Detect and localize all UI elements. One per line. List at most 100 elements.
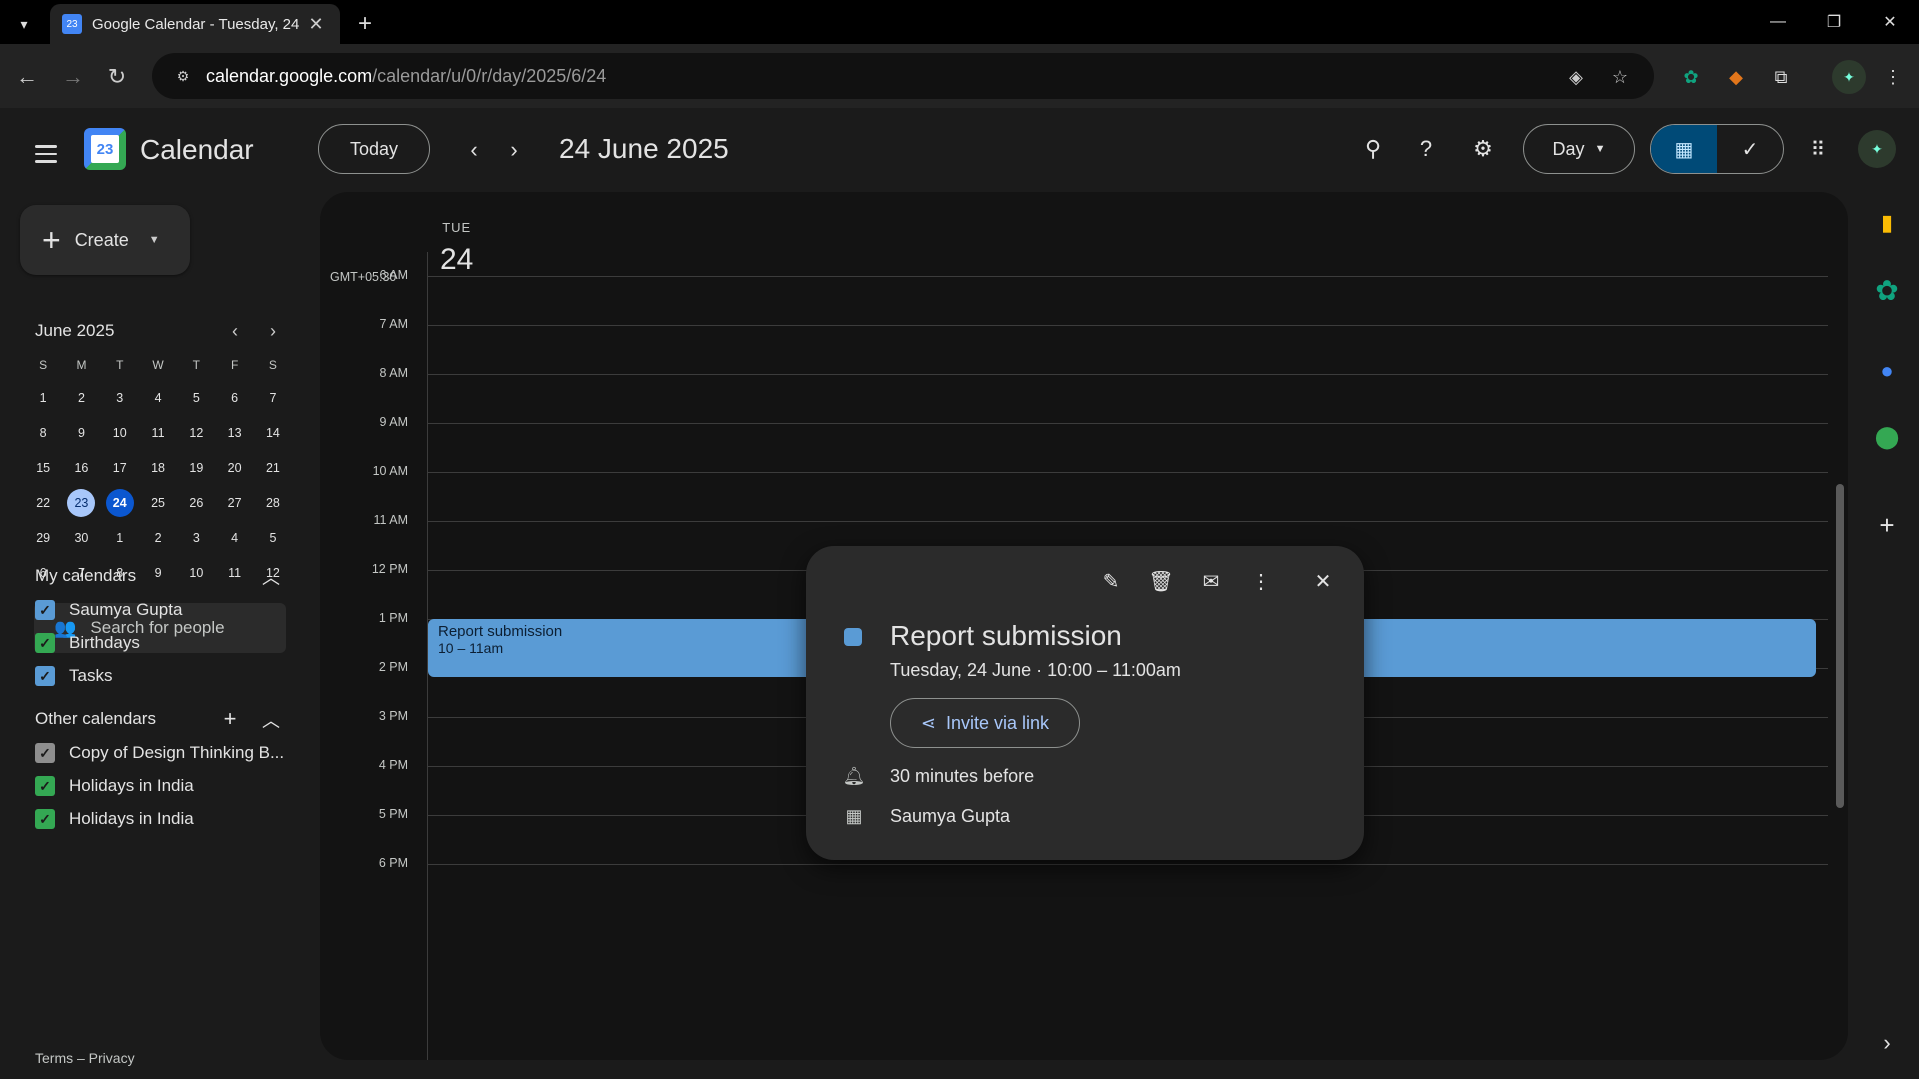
mini-calendar-day[interactable]: 4 [215, 520, 253, 555]
mini-calendar-day[interactable]: 29 [24, 520, 62, 555]
address-bar[interactable]: ⚙ calendar.google.com/calendar/u/0/r/day… [152, 53, 1654, 99]
tab-close-icon[interactable]: ✕ [304, 14, 328, 35]
mini-calendar-day[interactable]: 2 [139, 520, 177, 555]
calendar-list-item[interactable]: ✓ Birthdays [35, 628, 140, 658]
mini-calendar-day[interactable]: 24 [101, 485, 139, 520]
chatgpt-extension-icon[interactable]: ✿ [1678, 64, 1704, 90]
search-icon[interactable]: ⚲ [1355, 131, 1391, 167]
profile-avatar-icon[interactable]: ✦ [1832, 60, 1866, 94]
calendar-list-item[interactable]: ✓ Holidays in India [35, 771, 194, 801]
checkbox-icon[interactable]: ✓ [35, 809, 55, 829]
invite-via-link-button[interactable]: ⋖ Invite via link [890, 698, 1080, 748]
checkbox-icon[interactable]: ✓ [35, 743, 55, 763]
mini-calendar-day[interactable]: 17 [101, 450, 139, 485]
chatgpt-icon[interactable]: ✿ [1870, 273, 1904, 307]
mini-calendar-day[interactable]: 10 [101, 415, 139, 450]
mini-next-month-icon[interactable]: › [254, 321, 292, 342]
window-close-icon[interactable]: ✕ [1862, 0, 1918, 44]
forward-icon[interactable]: → [58, 62, 88, 92]
account-avatar[interactable]: ✦ [1858, 130, 1896, 168]
mini-calendar-day[interactable]: 23 [62, 485, 100, 520]
mini-calendar-day[interactable]: 7 [254, 380, 292, 415]
email-envelope-icon[interactable]: ✉ [1194, 564, 1228, 598]
mini-calendar-day[interactable]: 5 [177, 380, 215, 415]
bookmark-star-icon[interactable]: ☆ [1608, 65, 1632, 89]
calendar-list-item[interactable]: ✓ Holidays in India [35, 804, 194, 834]
site-info-icon[interactable]: ⚙ [172, 65, 194, 87]
tasks-view-icon[interactable]: ✓ [1717, 125, 1783, 173]
mini-prev-month-icon[interactable]: ‹ [216, 321, 254, 342]
terms-privacy-links[interactable]: Terms – Privacy [35, 1050, 135, 1066]
mini-calendar-day[interactable]: 4 [139, 380, 177, 415]
mini-calendar-day[interactable]: 28 [254, 485, 292, 520]
minimize-icon[interactable]: — [1750, 0, 1806, 44]
checkbox-icon[interactable]: ✓ [35, 633, 55, 653]
mini-calendar-day[interactable]: 9 [62, 415, 100, 450]
mini-calendar-day[interactable]: 9 [139, 555, 177, 590]
calendar-list-item[interactable]: ✓ Tasks [35, 661, 112, 691]
next-day-icon[interactable]: › [496, 132, 532, 168]
browser-tab[interactable]: 23 Google Calendar - Tuesday, 24 ✕ [50, 4, 340, 44]
contacts-icon[interactable]: ● [1870, 354, 1904, 388]
checkbox-icon[interactable]: ✓ [35, 776, 55, 796]
mini-calendar-day[interactable]: 25 [139, 485, 177, 520]
more-options-icon[interactable]: ⋮ [1244, 564, 1278, 598]
new-tab-icon[interactable]: + [350, 10, 380, 38]
tab-search-chevron-icon[interactable]: ▾ [8, 8, 40, 40]
mini-calendar-day[interactable]: 27 [215, 485, 253, 520]
my-calendars-title[interactable]: My calendars [35, 566, 136, 586]
keep-icon[interactable]: ▮ [1870, 206, 1904, 240]
checkbox-icon[interactable]: ✓ [35, 600, 55, 620]
apps-grid-icon[interactable]: ⠿ [1800, 131, 1836, 167]
day-number[interactable]: 24 [440, 243, 473, 277]
settings-gear-icon[interactable]: ⚙ [1465, 131, 1501, 167]
maps-pin-icon[interactable]: ⬤ [1870, 420, 1904, 454]
mini-calendar-day[interactable]: 19 [177, 450, 215, 485]
edit-pencil-icon[interactable]: ✎ [1094, 564, 1128, 598]
other-calendars-title[interactable]: Other calendars [35, 709, 156, 729]
mini-calendar-day[interactable]: 30 [62, 520, 100, 555]
mini-calendar-day[interactable]: 20 [215, 450, 253, 485]
checkbox-icon[interactable]: ✓ [35, 666, 55, 686]
reload-icon[interactable]: ↻ [102, 62, 132, 92]
restore-icon[interactable]: ❐ [1806, 0, 1862, 44]
close-icon[interactable]: ✕ [1306, 564, 1340, 598]
mini-calendar-day[interactable]: 1 [24, 380, 62, 415]
mini-calendar-day[interactable]: 11 [139, 415, 177, 450]
mini-calendar-day[interactable]: 6 [215, 380, 253, 415]
calendar-list-item[interactable]: ✓ Copy of Design Thinking B... [35, 738, 284, 768]
mini-calendar-day[interactable]: 15 [24, 450, 62, 485]
mini-calendar-day[interactable]: 3 [177, 520, 215, 555]
delete-trash-icon[interactable]: 🗑 [1144, 564, 1178, 598]
create-button[interactable]: + Create ▼ [20, 205, 190, 275]
eye-slash-icon[interactable]: ◈ [1564, 65, 1588, 89]
collapse-chevron-icon[interactable]: ︿ [259, 707, 283, 733]
mini-calendar-day[interactable]: 2 [62, 380, 100, 415]
add-addon-icon[interactable]: + [1870, 508, 1904, 542]
main-menu-icon[interactable] [28, 136, 64, 172]
mini-calendar-day[interactable]: 26 [177, 485, 215, 520]
previous-day-icon[interactable]: ‹ [456, 132, 492, 168]
mini-calendar-day[interactable]: 3 [101, 380, 139, 415]
calendar-view-icon[interactable]: ▦ [1651, 125, 1717, 173]
extensions-puzzle-icon[interactable]: ⧉ [1768, 64, 1794, 90]
scrollbar-thumb[interactable] [1836, 484, 1844, 808]
expand-panel-icon[interactable]: › [1870, 1026, 1904, 1060]
mini-calendar-day[interactable]: 10 [177, 555, 215, 590]
metamask-extension-icon[interactable]: ◆ [1723, 64, 1749, 90]
mini-calendar-day[interactable]: 16 [62, 450, 100, 485]
mini-calendar-day[interactable]: 13 [215, 415, 253, 450]
mini-calendar-day[interactable]: 5 [254, 520, 292, 555]
mini-calendar-day[interactable]: 18 [139, 450, 177, 485]
mini-calendar-day[interactable]: 8 [24, 415, 62, 450]
mini-calendar-day[interactable]: 22 [24, 485, 62, 520]
help-icon[interactable]: ? [1408, 131, 1444, 167]
add-calendar-icon[interactable]: + [218, 706, 242, 732]
back-icon[interactable]: ← [12, 62, 42, 92]
mini-calendar-day[interactable]: 12 [177, 415, 215, 450]
mini-calendar-day[interactable]: 11 [215, 555, 253, 590]
today-button[interactable]: Today [318, 124, 430, 174]
mini-calendar-day[interactable]: 1 [101, 520, 139, 555]
collapse-chevron-icon[interactable]: ︿ [259, 564, 283, 590]
browser-menu-icon[interactable]: ⋮ [1880, 64, 1906, 90]
